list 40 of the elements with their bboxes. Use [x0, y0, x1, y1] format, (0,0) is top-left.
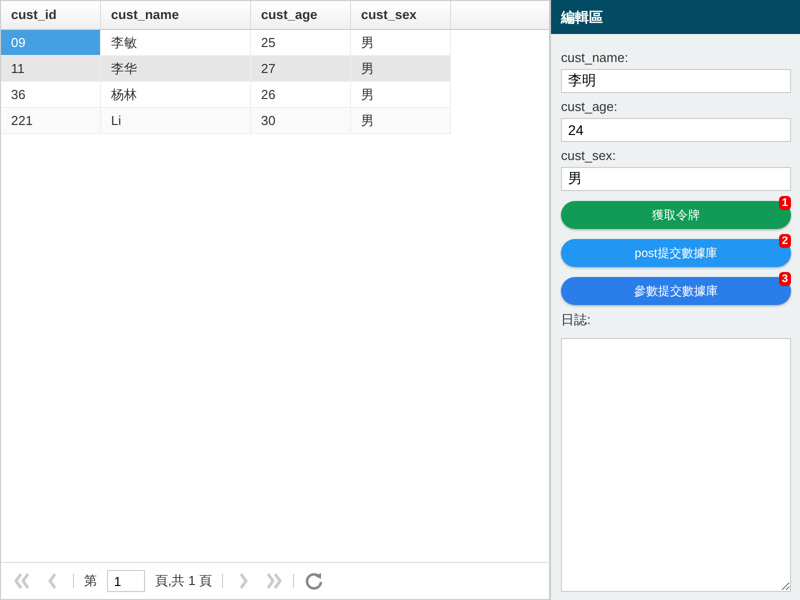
table-cell: 男	[351, 56, 451, 81]
table-row[interactable]: 221 Li 30 男	[1, 108, 451, 134]
table-cell: Li	[101, 108, 251, 133]
input-field[interactable]: 男	[561, 167, 791, 191]
number-badge: 2	[778, 234, 791, 248]
input-field[interactable]: 李明	[561, 69, 791, 93]
page-input[interactable]: 1	[107, 570, 145, 592]
table-cell: 11	[1, 56, 101, 81]
column-header[interactable]: cust_age	[251, 1, 351, 29]
column-header[interactable]: cust_id	[1, 1, 101, 29]
field-label: cust_name:	[561, 50, 630, 65]
table-cell: 27	[251, 56, 351, 81]
number-badge: 3	[778, 272, 791, 286]
refresh-icon[interactable]	[304, 571, 324, 591]
table-cell: 李华	[101, 56, 251, 81]
table-cell: 36	[1, 82, 101, 107]
number-badge: 1	[778, 196, 791, 210]
table-cell: 李敏	[101, 30, 251, 55]
log-field[interactable]	[561, 338, 791, 592]
table-cell: 男	[351, 82, 451, 107]
field-label: cust_sex:	[561, 148, 617, 163]
log-label: 日誌:	[561, 311, 592, 329]
table-cell: 30	[251, 108, 351, 133]
column-header[interactable]: cust_name	[101, 1, 251, 29]
column-header[interactable]: cust_sex	[351, 1, 451, 29]
field-label: cust_age:	[561, 99, 618, 114]
page-label: 第	[84, 572, 97, 590]
table-cell: 221	[1, 108, 101, 133]
table-cell: 男	[351, 108, 451, 133]
input-field[interactable]: 24	[561, 118, 791, 142]
table-row[interactable]: 11 李华 27 男	[1, 56, 451, 82]
table-cell: 09	[1, 30, 101, 55]
table-row[interactable]: 36 杨林 26 男	[1, 82, 451, 108]
table-row[interactable]: 09 李敏 25 男	[1, 30, 451, 56]
panel-title: 編輯區	[551, 0, 800, 34]
table-cell: 26	[251, 82, 351, 107]
table-cell: 男	[351, 30, 451, 55]
table-cell: 25	[251, 30, 351, 55]
page-total-label: 頁,共 1 頁	[155, 572, 212, 590]
table-cell: 杨林	[101, 82, 251, 107]
